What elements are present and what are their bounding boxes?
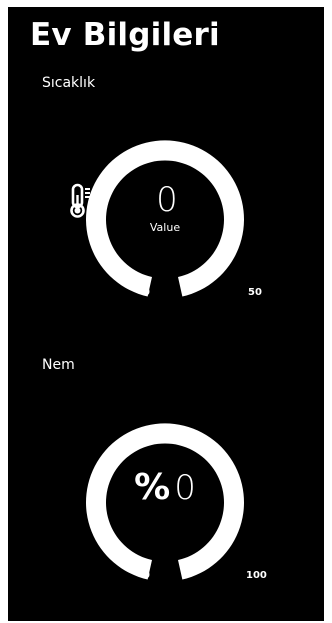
- temperature-value: 0: [156, 180, 178, 220]
- humidity-value: 0: [174, 468, 196, 508]
- humidity-min-tick: 0: [143, 570, 150, 581]
- temperature-min-tick: 0: [143, 287, 150, 298]
- temperature-max-tick: 50: [248, 287, 262, 298]
- temperature-value-caption: Value: [149, 221, 181, 234]
- app-title: Ev Bilgileri: [30, 17, 220, 53]
- humidity-value-row: % 0: [134, 470, 196, 506]
- humidity-label: Nem: [42, 357, 75, 373]
- humidity-gauge: % 0 0 100: [70, 385, 267, 585]
- dashboard-screen: Ev Bilgileri Sıcaklık 0 Value 0 50 Nem %…: [8, 7, 324, 621]
- temperature-value-row: 0: [70, 180, 178, 220]
- humidity-max-tick: 100: [246, 570, 267, 581]
- humidity-readout: % 0: [70, 470, 260, 506]
- percent-icon: %: [134, 467, 171, 508]
- temperature-label: Sıcaklık: [42, 75, 96, 91]
- temperature-gauge: 0 Value 0 50: [70, 102, 262, 302]
- temperature-readout: 0 Value: [70, 183, 260, 234]
